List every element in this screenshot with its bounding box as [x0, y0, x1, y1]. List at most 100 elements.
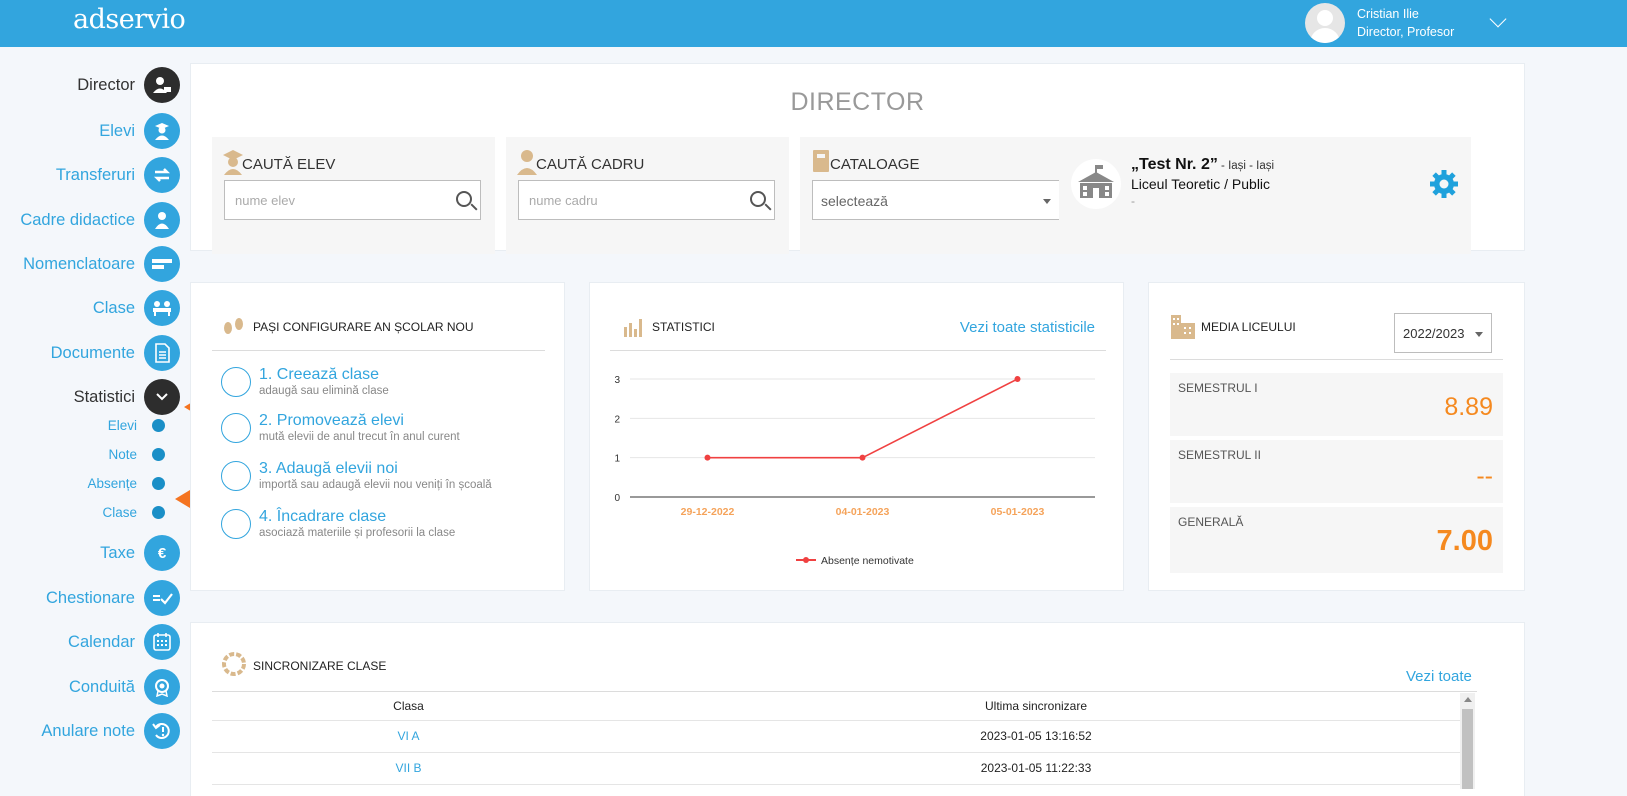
sidebar-subitem-absente[interactable]: Absențe	[87, 473, 165, 493]
sidebar-item-label: Nomenclatoare	[23, 254, 135, 273]
sidebar-subitem-label: Absențe	[87, 475, 137, 491]
x-tick-label: 04-01-2023	[836, 506, 890, 518]
table-row: VII B 2023-01-05 11:22:33	[212, 752, 1467, 785]
avatar[interactable]	[1305, 3, 1345, 43]
student-icon	[144, 113, 180, 149]
class-link[interactable]: VI A	[212, 720, 605, 753]
table-scrollbar[interactable]	[1460, 693, 1475, 789]
search-teacher-placeholder: nume cadru	[529, 193, 598, 208]
year-select[interactable]: 2022/2023	[1394, 313, 1492, 353]
search-icon[interactable]	[456, 191, 472, 207]
column-header-last-sync: Ultima sincronizare	[605, 692, 1467, 721]
step-desc: importă sau adaugă elevii nou veniți în …	[259, 479, 492, 491]
sidebar-item-calendar[interactable]: Calendar	[68, 623, 180, 661]
logo[interactable]: adservio	[73, 4, 186, 35]
catalogs-select[interactable]: selectează	[812, 180, 1060, 220]
bar-chart-icon	[624, 319, 642, 337]
general-box: GENERALĂ 7.00	[1170, 507, 1503, 573]
dot-icon	[152, 447, 165, 461]
catalog-icon	[813, 150, 829, 172]
scrollbar-thumb[interactable]	[1462, 709, 1473, 789]
avatar-body-icon	[1310, 28, 1340, 43]
all-stats-link[interactable]: Vezi toate statisticile	[960, 319, 1095, 336]
school-name-text: „Test Nr. 2”	[1131, 156, 1218, 173]
top-bar: adservio Cristian Ilie Director, Profeso…	[0, 0, 1627, 47]
dot-icon	[152, 476, 165, 490]
class-icon	[144, 290, 180, 326]
semester-2-value: --	[1476, 462, 1493, 490]
sidebar-item-anulare-note[interactable]: Anulare note	[41, 712, 180, 750]
sidebar-item-label: Taxe	[100, 543, 135, 562]
search-teacher-input[interactable]: nume cadru	[518, 180, 775, 220]
transfer-icon	[144, 157, 180, 193]
sidebar-item-label: Anulare note	[41, 721, 135, 740]
step-title[interactable]: 1. Creează clase	[259, 366, 379, 384]
sidebar-subitem-note[interactable]: Note	[108, 444, 165, 464]
see-all-link[interactable]: Vezi toate	[1406, 668, 1472, 685]
search-icon[interactable]	[750, 191, 766, 207]
setup-step-1[interactable]: 1. Creează clase adaugă sau elimină clas…	[221, 366, 521, 407]
chevron-down-icon[interactable]	[1489, 10, 1507, 28]
sidebar-item-label: Director	[77, 75, 135, 94]
step-circle-icon	[221, 367, 251, 397]
sidebar-item-clase[interactable]: Clase	[93, 289, 180, 327]
legend-marker	[803, 557, 809, 563]
sidebar-item-label: Transferuri	[55, 165, 135, 184]
sidebar-item-director[interactable]: Director	[77, 66, 180, 104]
sidebar: Director Elevi Transferuri Cadre didacti…	[0, 47, 185, 796]
sync-panel: SINCRONIZARE CLASE Vezi toate Clasa Ulti…	[190, 622, 1525, 796]
sync-title: SINCRONIZARE CLASE	[253, 659, 387, 673]
data-point	[859, 454, 866, 461]
sidebar-item-chestionare[interactable]: Chestionare	[46, 579, 180, 617]
setup-title: PAȘI CONFIGURARE AN ȘCOLAR NOU	[253, 320, 474, 334]
sidebar-item-documente[interactable]: Documente	[51, 334, 180, 372]
search-teacher-title: CAUTĂ CADRU	[536, 156, 645, 173]
sidebar-item-cadre[interactable]: Cadre didactice	[20, 201, 180, 239]
class-link[interactable]: VII B	[212, 752, 605, 785]
caret-down-icon	[1475, 332, 1483, 337]
setup-step-3[interactable]: 3. Adaugă elevii noi importă sau adaugă …	[221, 460, 521, 501]
sidebar-item-label: Chestionare	[46, 588, 135, 607]
step-title[interactable]: 4. Încadrare clase	[259, 508, 386, 526]
gear-icon[interactable]	[1429, 169, 1459, 199]
divider	[212, 350, 545, 351]
step-circle-icon	[221, 413, 251, 443]
semester-1-box: SEMESTRUL I 8.89	[1170, 373, 1503, 436]
sidebar-subitem-label: Clase	[102, 504, 137, 520]
sidebar-item-conduita[interactable]: Conduită	[69, 668, 180, 706]
legend-label: Absențe nemotivate	[821, 555, 914, 567]
media-panel: MEDIA LICEULUI 2022/2023 SEMESTRUL I 8.8…	[1148, 282, 1525, 591]
sidebar-subitem-elevi[interactable]: Elevi	[108, 415, 165, 435]
semester-1-label: SEMESTRUL I	[1178, 381, 1258, 395]
school-icon	[1071, 159, 1121, 209]
stats-title: STATISTICI	[652, 320, 715, 334]
sidebar-item-nomenclatoare[interactable]: Nomenclatoare	[23, 245, 180, 283]
sidebar-item-statistici[interactable]: Statistici	[74, 378, 180, 416]
sidebar-item-taxe[interactable]: Taxe €	[100, 534, 180, 572]
user-name: Cristian Ilie	[1357, 7, 1419, 21]
sidebar-item-elevi[interactable]: Elevi	[99, 112, 180, 150]
y-tick-label: 2	[614, 414, 620, 425]
setup-step-2[interactable]: 2. Promovează elevi mută elevii de anul …	[221, 412, 521, 453]
sidebar-subitem-clase[interactable]: Clase	[102, 502, 165, 522]
euro-icon: €	[144, 535, 180, 571]
table-header-row: Clasa Ultima sincronizare	[212, 692, 1467, 721]
absences-line-chart: 0 1 2 3 29-12-2022 04-01-2023 05-01-2023 Abse…	[614, 375, 1095, 567]
checklist-icon	[144, 580, 180, 616]
table-row: VI A 2023-01-05 13:16:52	[212, 720, 1467, 753]
director-panel: DIRECTOR CAUTĂ ELEV nume elev CAUTĂ CADR…	[190, 63, 1525, 254]
step-desc: asociază materiile și profesorii la clas…	[259, 527, 456, 539]
badge-icon	[144, 669, 180, 705]
step-title[interactable]: 3. Adaugă elevii noi	[259, 460, 398, 478]
sidebar-item-transferuri[interactable]: Transferuri	[56, 156, 180, 194]
scroll-up-icon[interactable]	[1464, 697, 1472, 702]
setup-step-4[interactable]: 4. Încadrare clase asociază materiile și…	[221, 508, 521, 549]
divider	[610, 350, 1106, 351]
search-student-placeholder: nume elev	[235, 193, 295, 208]
list-icon	[144, 246, 180, 282]
search-student-input[interactable]: nume elev	[224, 180, 481, 220]
step-title[interactable]: 2. Promovează elevi	[259, 412, 404, 430]
school-extra: -	[1131, 194, 1135, 208]
x-tick-label: 29-12-2022	[681, 506, 735, 518]
undo-grade-icon	[144, 713, 180, 749]
